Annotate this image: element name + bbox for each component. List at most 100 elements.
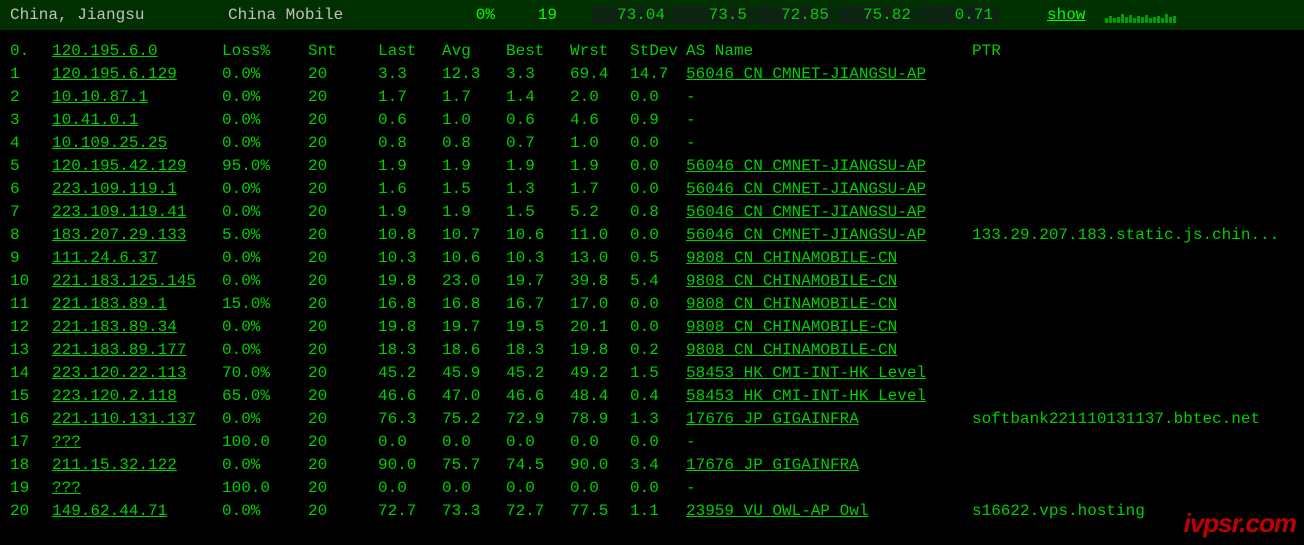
hop-best: 10.3: [506, 247, 570, 270]
hop-wrst: 69.4: [570, 63, 630, 86]
hop-last: 3.3: [378, 63, 442, 86]
hop-ptr: [972, 109, 1294, 132]
hop-avg: 1.5: [442, 178, 506, 201]
hop-avg: 18.6: [442, 339, 506, 362]
hop-avg: 1.7: [442, 86, 506, 109]
hop-best: 0.0: [506, 431, 570, 454]
hop-ptr: [972, 63, 1294, 86]
hop-loss: 0.0%: [222, 63, 308, 86]
hop-best: 1.4: [506, 86, 570, 109]
hop-ip[interactable]: 223.120.22.113: [52, 362, 222, 385]
hop-asname[interactable]: 9808 CN CHINAMOBILE-CN: [686, 247, 972, 270]
hop-stdev: 0.2: [630, 339, 686, 362]
table-row: 5120.195.42.12995.0%201.91.91.91.90.0560…: [10, 155, 1294, 178]
hop-asname[interactable]: 56046 CN CMNET-JIANGSU-AP: [686, 201, 972, 224]
hop-asname[interactable]: 58453 HK CMI-INT-HK Level: [686, 385, 972, 408]
hop-asname[interactable]: 56046 CN CMNET-JIANGSU-AP: [686, 155, 972, 178]
hop-loss: 0.0%: [222, 500, 308, 523]
hop-wrst: 1.0: [570, 132, 630, 155]
hop-wrst: 1.9: [570, 155, 630, 178]
hop-best: 19.7: [506, 270, 570, 293]
hop-snt: 20: [308, 178, 378, 201]
hop-last: 19.8: [378, 270, 442, 293]
table-row: 20149.62.44.710.0%2072.773.372.777.51.12…: [10, 500, 1294, 523]
hop-asname: -: [686, 132, 972, 155]
hop-ip[interactable]: 111.24.6.37: [52, 247, 222, 270]
hop-avg: 1.0: [442, 109, 506, 132]
hop-stdev: 0.0: [630, 431, 686, 454]
hop-asname[interactable]: 9808 CN CHINAMOBILE-CN: [686, 270, 972, 293]
hop-ip[interactable]: 221.183.89.177: [52, 339, 222, 362]
hop-wrst: 4.6: [570, 109, 630, 132]
hop-ptr: [972, 316, 1294, 339]
hop-index: 14: [10, 362, 52, 385]
hop-avg: 45.9: [442, 362, 506, 385]
hop-ip[interactable]: 221.110.131.137: [52, 408, 222, 431]
hop-ip[interactable]: ???: [52, 431, 222, 454]
hop-asname[interactable]: 9808 CN CHINAMOBILE-CN: [686, 339, 972, 362]
hop-asname[interactable]: 9808 CN CHINAMOBILE-CN: [686, 293, 972, 316]
hop-ip[interactable]: 221.183.125.145: [52, 270, 222, 293]
hop-ip[interactable]: 120.195.42.129: [52, 155, 222, 178]
hop-wrst: 1.7: [570, 178, 630, 201]
hop-ip[interactable]: 223.109.119.41: [52, 201, 222, 224]
table-row: 410.109.25.250.0%200.80.80.71.00.0-: [10, 132, 1294, 155]
hop-ip[interactable]: 221.183.89.34: [52, 316, 222, 339]
hop-last: 18.3: [378, 339, 442, 362]
watermark-text: ivpsr.com: [1184, 508, 1296, 539]
hop-wrst: 78.9: [570, 408, 630, 431]
stat-best: 72.85: [755, 6, 833, 24]
hop-last: 76.3: [378, 408, 442, 431]
show-link[interactable]: show: [1047, 6, 1085, 24]
hop-loss: 0.0%: [222, 316, 308, 339]
hop-wrst: 77.5: [570, 500, 630, 523]
hop-stdev: 5.4: [630, 270, 686, 293]
hop-asname[interactable]: 23959 VU OWL-AP Owl: [686, 500, 972, 523]
hop-ip[interactable]: 221.183.89.1: [52, 293, 222, 316]
hop-asname[interactable]: 17676 JP GIGAINFRA: [686, 408, 972, 431]
hop-ip[interactable]: 149.62.44.71: [52, 500, 222, 523]
hop-asname[interactable]: 17676 JP GIGAINFRA: [686, 454, 972, 477]
hop-ip[interactable]: 10.41.0.1: [52, 109, 222, 132]
hop-ip[interactable]: 211.15.32.122: [52, 454, 222, 477]
hop-best: 16.7: [506, 293, 570, 316]
hop-avg: 16.8: [442, 293, 506, 316]
hop-ip[interactable]: 223.109.119.1: [52, 178, 222, 201]
hop-wrst: 0.0: [570, 477, 630, 500]
stat-avg: 73.5: [673, 6, 751, 24]
hop-best: 1.5: [506, 201, 570, 224]
hop-ip[interactable]: 120.195.6.129: [52, 63, 222, 86]
hop-asname[interactable]: 56046 CN CMNET-JIANGSU-AP: [686, 224, 972, 247]
hop-ptr: [972, 431, 1294, 454]
hop-asname[interactable]: 56046 CN CMNET-JIANGSU-AP: [686, 178, 972, 201]
column-headers: 0. 120.195.6.0 Loss% Snt Last Avg Best W…: [10, 40, 1294, 63]
hop-ip[interactable]: ???: [52, 477, 222, 500]
hop-ptr: [972, 247, 1294, 270]
hop-avg: 10.7: [442, 224, 506, 247]
hop-asname: -: [686, 109, 972, 132]
hop-best: 46.6: [506, 385, 570, 408]
hop-best: 74.5: [506, 454, 570, 477]
hop-stdev: 0.0: [630, 132, 686, 155]
hop-avg: 73.3: [442, 500, 506, 523]
hop-asname[interactable]: 9808 CN CHINAMOBILE-CN: [686, 316, 972, 339]
hop-loss: 0.0%: [222, 178, 308, 201]
hop-asname[interactable]: 56046 CN CMNET-JIANGSU-AP: [686, 63, 972, 86]
hop-asname[interactable]: 58453 HK CMI-INT-HK Level: [686, 362, 972, 385]
hop-last: 1.6: [378, 178, 442, 201]
col-header-avg: Avg: [442, 40, 506, 63]
summary-header: China, Jiangsu China Mobile 0% 19 73.04 …: [0, 0, 1304, 30]
hop-ip[interactable]: 223.120.2.118: [52, 385, 222, 408]
hop-loss: 65.0%: [222, 385, 308, 408]
hop-loss: 0.0%: [222, 109, 308, 132]
hop-loss: 0.0%: [222, 408, 308, 431]
sparkline-icon: [1105, 7, 1176, 23]
hop-ptr: 133.29.207.183.static.js.chin...: [972, 224, 1294, 247]
hop-wrst: 11.0: [570, 224, 630, 247]
col-header-ip: 120.195.6.0: [52, 40, 222, 63]
hop-ip[interactable]: 183.207.29.133: [52, 224, 222, 247]
hop-stdev: 14.7: [630, 63, 686, 86]
hop-ip[interactable]: 10.109.25.25: [52, 132, 222, 155]
hop-ip[interactable]: 10.10.87.1: [52, 86, 222, 109]
table-row: 14223.120.22.11370.0%2045.245.945.249.21…: [10, 362, 1294, 385]
